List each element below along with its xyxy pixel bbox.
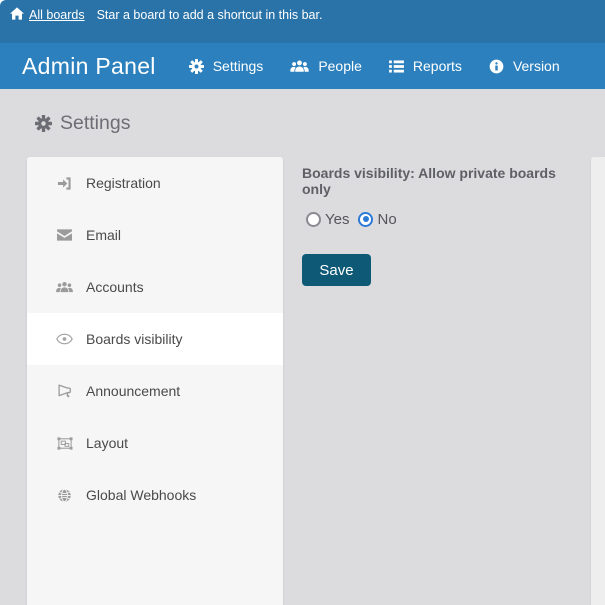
gear-icon bbox=[189, 59, 204, 74]
nav-item-label: People bbox=[318, 58, 362, 74]
admin-panel-title: Admin Panel bbox=[22, 53, 156, 80]
shortcut-bar: All boards Star a board to add a shortcu… bbox=[0, 0, 605, 43]
admin-nav-menu: Settings People Reports Version bbox=[189, 58, 560, 74]
radio-label: No bbox=[377, 211, 396, 228]
admin-navbar: Admin Panel Settings People Reports Vers… bbox=[0, 43, 605, 89]
sidebar-item-registration[interactable]: Registration bbox=[27, 157, 283, 209]
sidebar-item-announcement[interactable]: Announcement bbox=[27, 365, 283, 417]
save-button[interactable]: Save bbox=[302, 254, 371, 286]
sidebar-item-label: Global Webhooks bbox=[86, 487, 196, 503]
settings-content: Boards visibility: Allow private boards … bbox=[302, 165, 587, 286]
envelope-icon bbox=[56, 229, 73, 241]
sidebar-item-boards-visibility[interactable]: Boards visibility bbox=[27, 313, 283, 365]
sidebar-item-label: Boards visibility bbox=[86, 331, 182, 347]
all-boards-label: All boards bbox=[29, 8, 85, 22]
radio-label: Yes bbox=[325, 211, 349, 228]
visibility-options: Yes No bbox=[306, 210, 587, 228]
sidebar-item-label: Announcement bbox=[86, 383, 180, 399]
people-icon bbox=[290, 59, 309, 73]
nav-item-label: Reports bbox=[413, 58, 462, 74]
sidebar-item-accounts[interactable]: Accounts bbox=[27, 261, 283, 313]
nav-item-settings[interactable]: Settings bbox=[189, 58, 264, 74]
list-icon bbox=[389, 60, 404, 73]
nav-item-label: Version bbox=[513, 58, 560, 74]
nav-item-version[interactable]: Version bbox=[489, 58, 560, 74]
sign-in-icon bbox=[56, 176, 73, 191]
radio-yes[interactable] bbox=[306, 212, 321, 227]
sidebar-item-global-webhooks[interactable]: Global Webhooks bbox=[27, 469, 283, 521]
info-circle-icon bbox=[489, 59, 504, 74]
sidebar-item-email[interactable]: Email bbox=[27, 209, 283, 261]
eye-icon bbox=[56, 333, 73, 345]
all-boards-link[interactable]: All boards bbox=[10, 7, 85, 23]
object-group-icon bbox=[56, 436, 73, 451]
clipped-side-panel bbox=[591, 157, 605, 605]
bullhorn-icon bbox=[56, 384, 73, 398]
admin-panel-page: All boards Star a board to add a shortcu… bbox=[0, 0, 605, 605]
shortcut-hint: Star a board to add a shortcut in this b… bbox=[97, 7, 323, 23]
gear-icon bbox=[35, 115, 52, 132]
settings-sidebar: Registration Email Accounts Boards visib… bbox=[27, 157, 283, 605]
sidebar-item-label: Email bbox=[86, 227, 121, 243]
boards-visibility-question: Boards visibility: Allow private boards … bbox=[302, 165, 587, 197]
radio-no[interactable] bbox=[358, 212, 373, 227]
users-icon bbox=[56, 280, 73, 294]
nav-item-label: Settings bbox=[213, 58, 264, 74]
sidebar-item-layout[interactable]: Layout bbox=[27, 417, 283, 469]
sidebar-item-label: Accounts bbox=[86, 279, 144, 295]
radio-option-no[interactable]: No bbox=[358, 211, 396, 228]
settings-page: Settings Registration Email Accounts Boa… bbox=[0, 89, 605, 605]
nav-item-people[interactable]: People bbox=[290, 58, 362, 74]
sidebar-item-label: Registration bbox=[86, 175, 161, 191]
nav-item-reports[interactable]: Reports bbox=[389, 58, 462, 74]
radio-option-yes[interactable]: Yes bbox=[306, 211, 349, 228]
sidebar-item-label: Layout bbox=[86, 435, 128, 451]
globe-icon bbox=[56, 488, 73, 503]
settings-heading-label: Settings bbox=[60, 112, 130, 135]
home-icon bbox=[10, 7, 24, 23]
settings-heading: Settings bbox=[35, 112, 130, 135]
